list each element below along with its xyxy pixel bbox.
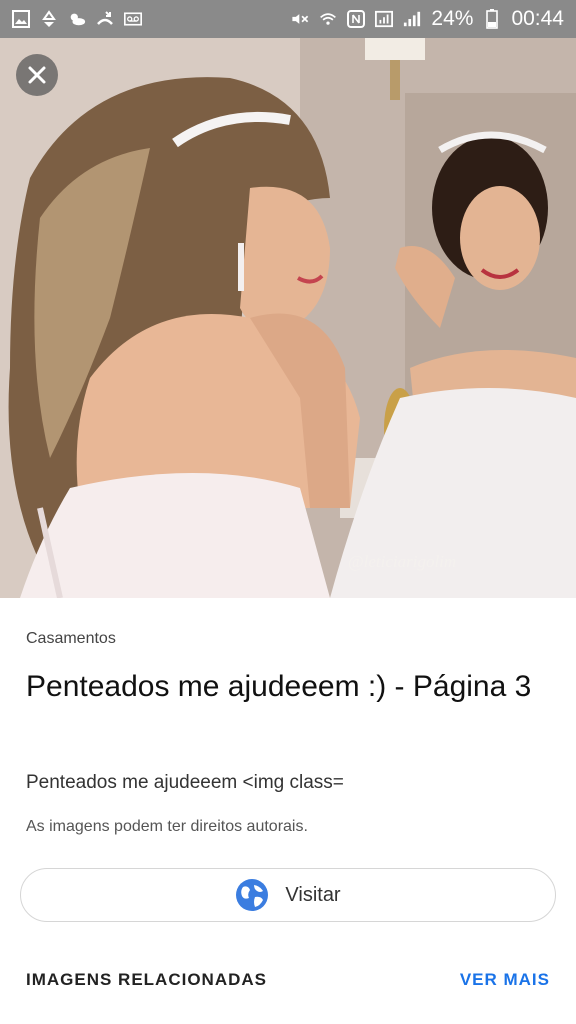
globe-icon — [236, 879, 269, 911]
clock: 00:44 — [511, 7, 564, 30]
bride-photo — [0, 38, 576, 598]
wifi-icon — [319, 10, 337, 28]
see-more-link[interactable]: VER MAIS — [460, 970, 550, 990]
voicemail-icon — [124, 10, 142, 28]
nfc-icon — [347, 10, 366, 28]
mute-icon — [291, 10, 309, 28]
battery-percent: 24% — [431, 7, 474, 30]
status-bar-left — [12, 10, 142, 28]
result-snippet: Penteados me ajudeeem <img class= — [26, 772, 344, 793]
signal-icon — [403, 10, 421, 28]
image-watermark: @leticiarigolim — [348, 552, 457, 571]
visit-button[interactable]: Visitar — [20, 868, 556, 922]
weather-icon — [68, 10, 86, 28]
result-image[interactable] — [0, 38, 576, 598]
result-info: Casamentos Penteados me ajudeeem :) - Pá… — [0, 598, 576, 1024]
missed-call-icon — [96, 10, 114, 28]
copyright-notice: As imagens podem ter direitos autorais. — [26, 818, 308, 835]
result-title[interactable]: Penteados me ajudeeem :) - Página 3 — [26, 664, 546, 710]
gallery-icon — [12, 10, 30, 28]
status-bar: 24% 00:44 — [0, 0, 576, 38]
recycle-icon — [40, 10, 58, 28]
signal-box-icon — [375, 10, 394, 28]
visit-button-label: Visitar — [285, 883, 341, 906]
result-source[interactable]: Casamentos — [26, 630, 116, 648]
close-icon — [28, 66, 46, 84]
close-button[interactable] — [16, 54, 58, 96]
status-bar-right: 24% 00:44 — [291, 7, 564, 31]
related-images-heading: IMAGENS RELACIONADAS — [26, 970, 268, 989]
battery-icon — [483, 9, 501, 29]
